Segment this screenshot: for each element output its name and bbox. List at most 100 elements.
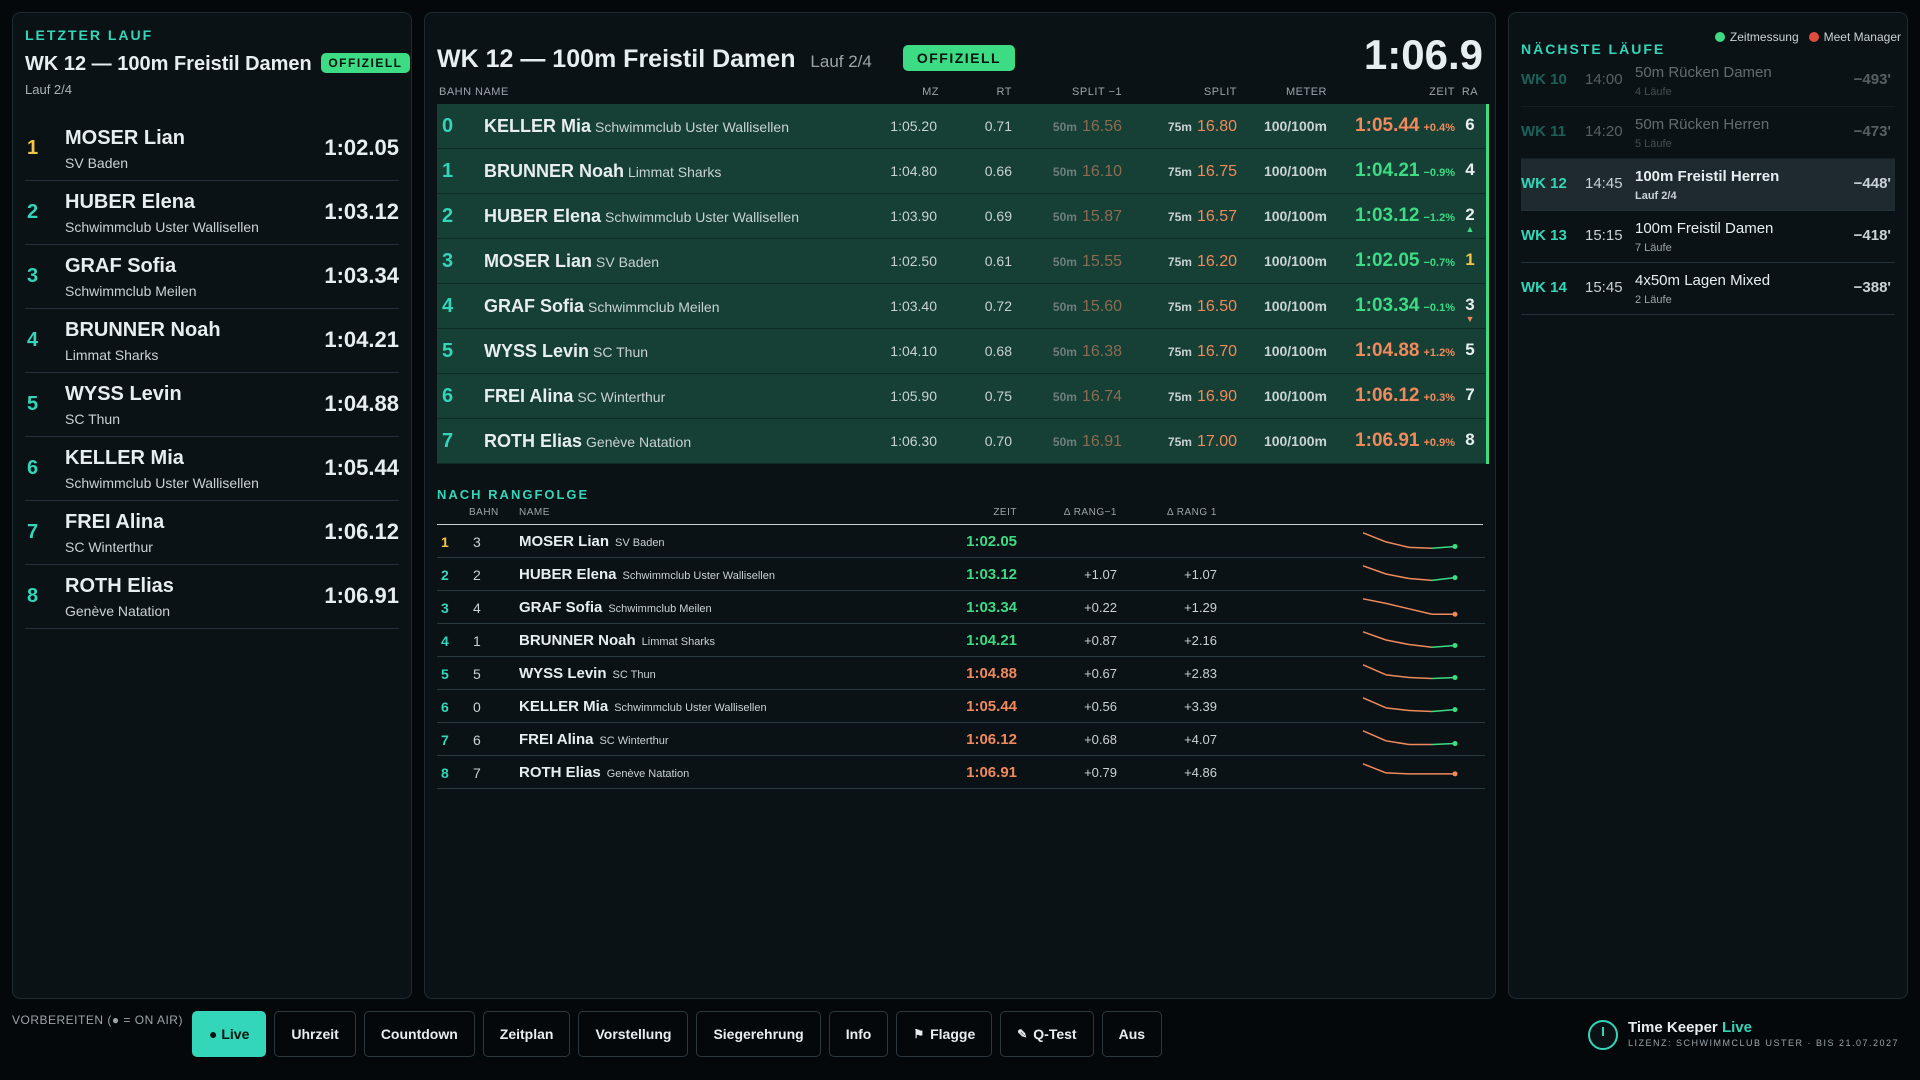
club-name: SV Baden [615,537,665,549]
lane-row[interactable]: 7 ROTH Elias Genève Natation 1:06.30 0.70 50m… [437,419,1486,464]
lane-row[interactable]: 6 FREI Alina SC Winterthur 1:05.90 0.75 50m 16… [437,374,1486,419]
lane-row[interactable]: 0 KELLER Mia Schwimmclub Uster Wallisellen… [437,104,1486,149]
section-label: LETZTER LAUF [25,27,154,43]
ranking-section-label: NACH RANGFOLGE [437,487,590,502]
reaction-time: 0.69 [984,208,1012,224]
stopwatch-icon [1588,1020,1618,1050]
sparkline-segment [1408,546,1433,550]
athlete: MOSER Lian SV Baden [484,251,659,272]
split-sparkline [1362,763,1458,777]
lane-row[interactable]: 3 MOSER Lian SV Baden 1:02.50 0.61 50m 15.55 75… [437,239,1486,284]
ranking-row[interactable]: 1 3 MOSER Lian SV Baden 1:02.05 [437,525,1485,558]
ranking-table-header: BAHN NAME ZEIT Δ RANG−1 Δ RANG 1 [437,505,1483,525]
result-row[interactable]: 4 BRUNNER Noah Limmat Sharks 1:04.21 [25,309,399,373]
scene-button-vorstellung[interactable]: Vorstellung [578,1011,689,1057]
event-number: WK 11 [1521,123,1567,140]
schedule-row[interactable]: WK 12 14:45 100m Freistil Herren Lauf 2/4 −4… [1521,159,1895,211]
event-heats: 7 Läufe [1635,242,1672,254]
result-time: 1:06.12 [324,519,399,544]
result-row[interactable]: 7 FREI Alina SC Winterthur 1:06.12 [25,501,399,565]
athlete-name: MOSER Lian [484,251,593,271]
event-countdown: −418' [1853,227,1891,244]
result-row[interactable]: 6 KELLER Mia Schwimmclub Uster Wallisellen… [25,437,399,501]
entry-time: 1:05.20 [890,118,937,134]
time-delta: −0.1% [1423,302,1456,314]
ranking-row[interactable]: 5 5 WYSS Levin SC Thun 1:04.88 +0.67 +2.83 [437,657,1485,690]
scene-button-siegerehrung[interactable]: Siegerehrung [696,1011,821,1057]
lane-row[interactable]: 1 BRUNNER Noah Limmat Sharks 1:04.80 0.66 50m… [437,149,1486,194]
result-row[interactable]: 3 GRAF Sofia Schwimmclub Meilen 1:03.34 [25,245,399,309]
split-prev-distance: 50m [1052,120,1077,134]
lane-time: 1:04.21 −0.9% [1307,160,1455,182]
athlete-name: GRAF Sofia [519,599,603,616]
schedule-row[interactable]: WK 14 15:45 4x50m Lagen Mixed 2 Läufe −388' [1521,263,1895,315]
ranking-time: 1:04.88 [966,665,1017,682]
ranking-time: 1:06.91 [966,764,1017,781]
heat-subtitle: Lauf 2/4 [25,82,72,97]
scene-button-q-test[interactable]: ✎ Q-Test [1000,1011,1094,1057]
scene-button-info[interactable]: Info [828,1011,889,1057]
club-name: Limmat Sharks [641,636,716,648]
lane-time-value: 1:05.44 [1355,115,1420,136]
split-prev-value: 16.91 [1081,433,1122,450]
lane-rank-value: 3 [1465,295,1475,314]
lane-row[interactable]: 5 WYSS Levin SC Thun 1:04.10 0.68 50m 16.38 75m… [437,329,1486,374]
club-name: Schwimmclub Uster Wallisellen [605,209,800,225]
athlete: HUBER Elena Schwimmclub Uster Wallisellen [519,566,775,583]
scene-button-flagge[interactable]: ⚑ Flagge [896,1011,993,1057]
result-row[interactable]: 5 WYSS Levin SC Thun 1:04.88 [25,373,399,437]
ranking-row[interactable]: 6 0 KELLER Mia Schwimmclub Uster Walliselle… [437,690,1485,723]
ranking-row[interactable]: 7 6 FREI Alina SC Winterthur 1:06.12 +0.68 +4.… [437,723,1485,756]
scene-button-uhrzeit[interactable]: Uhrzeit [274,1011,356,1057]
sparkline-segment [1431,676,1456,680]
ranking-time: 1:03.12 [966,566,1017,583]
split-prev: 50m 16.91 [1012,433,1122,451]
col-delta-prev: Δ RANG−1 [1063,507,1117,518]
club-name: Schwimmclub Uster Wallisellen [65,475,259,491]
lane-row[interactable]: 4 GRAF Sofia Schwimmclub Meilen 1:03.40 0.72… [437,284,1486,329]
ranking-row[interactable]: 3 4 GRAF Sofia Schwimmclub Meilen 1:03.34 +0.… [437,591,1485,624]
scene-button-live[interactable]: ● Live [192,1011,267,1057]
sparkline-segment [1431,708,1456,713]
button-label: ● Live [209,1026,250,1042]
sparkline-segment [1408,608,1433,616]
split-prev: 50m 16.38 [1012,343,1122,361]
sparkline-segment [1385,602,1410,610]
sparkline-endpoint [1452,707,1458,713]
split-distance: 75m [1167,210,1192,224]
sparkline-endpoint [1452,675,1458,681]
split-prev-value: 16.74 [1081,388,1122,405]
scene-button-aus[interactable]: Aus [1101,1011,1163,1057]
athlete-name: FREI Alina [65,511,165,533]
delta-prev: +0.22 [1084,600,1117,615]
entry-time: 1:03.40 [890,298,937,314]
button-label: Vorstellung [595,1026,672,1042]
schedule-row[interactable]: WK 10 14:00 50m Rücken Damen 4 Läufe −493' [1521,55,1895,107]
lane-time-value: 1:02.05 [1355,250,1420,271]
button-label: Info [845,1026,872,1042]
event-name: 50m Rücken Herren [1635,116,1770,133]
split-prev: 50m 15.55 [1012,253,1122,271]
rank-up-icon: ▲ [1465,224,1475,234]
result-row[interactable]: 8 ROTH Elias Genève Natation 1:06.91 [25,565,399,629]
brand: Time Keeper Live LIZENZ: SCHWIMMCLUB UST… [1588,1016,1908,1056]
result-row[interactable]: 2 HUBER Elena Schwimmclub Uster Walliselle… [25,181,399,245]
lane-time-value: 1:06.12 [1355,385,1420,406]
athlete: GRAF Sofia Schwimmclub Meilen [484,296,720,317]
ranking-row[interactable]: 2 2 HUBER Elena Schwimmclub Uster Wallisell… [437,558,1485,591]
schedule-row[interactable]: WK 13 15:15 100m Freistil Damen 7 Läufe −418… [1521,211,1895,263]
split-prev: 50m 16.74 [1012,388,1122,406]
lane-row[interactable]: 2 HUBER Elena Schwimmclub Uster Walliselle… [437,194,1486,239]
scene-button-zeitplan[interactable]: Zeitplan [482,1011,571,1057]
lane-number: 0 [442,115,454,137]
athlete: FREI Alina SC Winterthur [484,386,665,407]
ranking-row[interactable]: 8 7 ROTH Elias Genève Natation 1:06.91 +0.79 +… [437,756,1485,789]
scene-button-countdown[interactable]: Countdown [363,1011,475,1057]
split-prev-distance: 50m [1052,210,1077,224]
ranking-row[interactable]: 4 1 BRUNNER Noah Limmat Sharks 1:04.21 +0.87 +… [437,624,1485,657]
col-bahn: BAHN [469,507,499,518]
lane-number: 3 [473,534,481,550]
schedule-row[interactable]: WK 11 14:20 50m Rücken Herren 5 Läufe −473' [1521,107,1895,159]
result-row[interactable]: 1 MOSER Lian SV Baden 1:02.05 [25,117,399,181]
athlete-name: FREI Alina [484,386,574,406]
